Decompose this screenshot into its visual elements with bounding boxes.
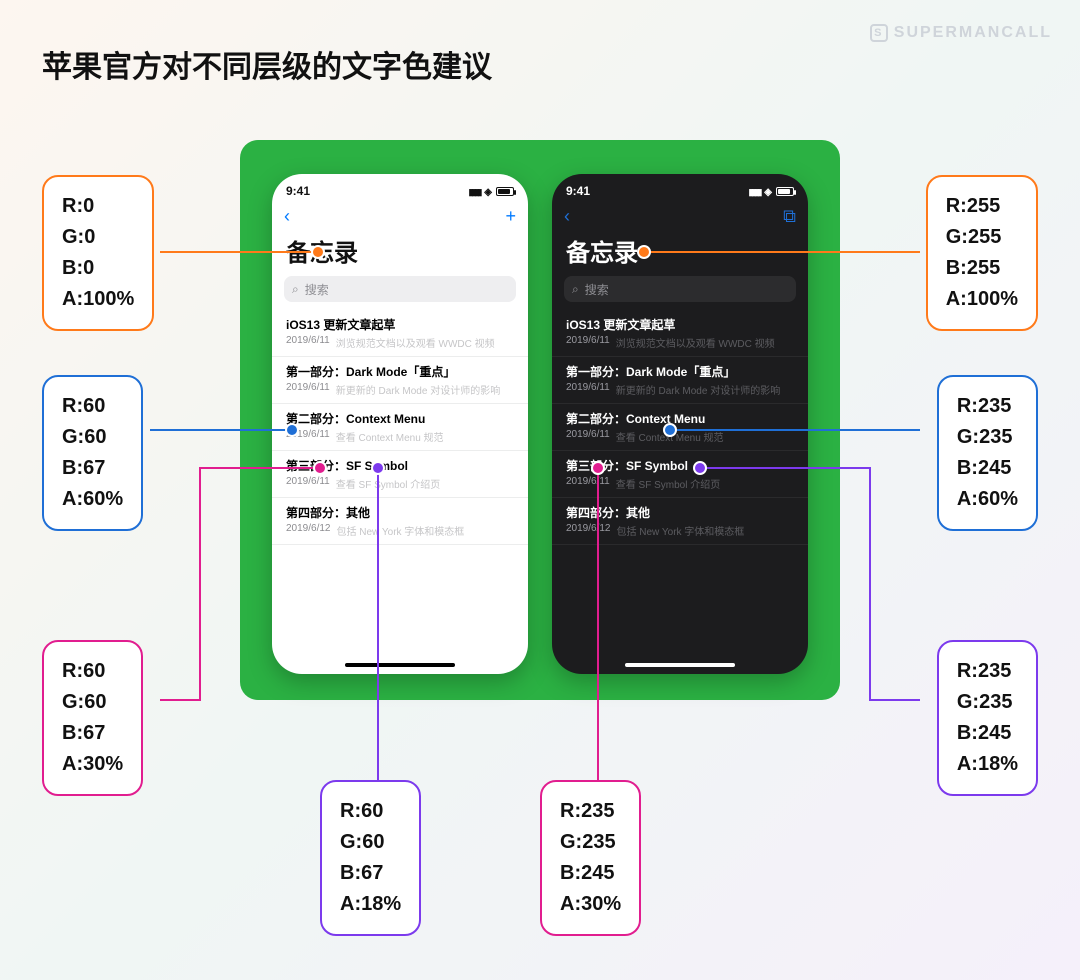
home-indicator xyxy=(625,663,735,667)
page-title: 苹果官方对不同层级的文字色建议 xyxy=(42,42,492,86)
search-input[interactable]: ⌕ 搜索 xyxy=(564,276,796,302)
note-preview: 新更新的 Dark Mode 对设计师的影响 xyxy=(336,382,500,397)
navbar: ‹ + xyxy=(272,202,528,231)
note-date: 2019/6/11 xyxy=(286,335,330,350)
search-icon: ⌕ xyxy=(572,282,579,297)
note-row[interactable]: 第三部分：SF Symbol 2019/6/11 查看 SF Symbol 介绍页 xyxy=(552,451,808,498)
callout-dark-primary: R:255 G:255 B:255 A:100% xyxy=(926,175,1038,331)
green-stage: 9:41 ‹ + 备忘录 ⌕ 搜索 iOS13 更新文章起草 2019/6/11 浏… xyxy=(240,140,840,700)
signal-icon xyxy=(468,184,480,198)
note-row[interactable]: 第一部分：Dark Mode「重点」 2019/6/11 新更新的 Dark Mod… xyxy=(552,357,808,404)
note-row[interactable]: 第二部分：Context Menu 2019/6/11 查看 Context Men… xyxy=(552,404,808,451)
signal-icon xyxy=(748,184,760,198)
status-time: 9:41 xyxy=(286,184,310,198)
new-note-button[interactable]: ⧉ xyxy=(783,206,796,227)
watermark: S SUPERMANCALL xyxy=(870,24,1052,42)
add-button[interactable]: + xyxy=(505,206,516,227)
note-date: 2019/6/12 xyxy=(286,523,331,538)
note-row[interactable]: 第四部分：其他 2019/6/12 包括 New York 字体和模态框 xyxy=(272,498,528,545)
callout-dark-quaternary: R:235 G:235 B:245 A:18% xyxy=(937,640,1038,796)
callout-light-tertiary: R:60 G:60 B:67 A:30% xyxy=(42,640,143,796)
note-title: 第四部分：其他 xyxy=(286,504,514,521)
note-title: 第二部分：Context Menu xyxy=(286,410,514,427)
note-row[interactable]: 第一部分：Dark Mode「重点」 2019/6/11 新更新的 Dark Mod… xyxy=(272,357,528,404)
wifi-icon xyxy=(484,184,492,198)
search-icon: ⌕ xyxy=(292,282,299,297)
note-preview: 查看 Context Menu 规范 xyxy=(336,429,444,444)
back-button[interactable]: ‹ xyxy=(564,206,570,227)
notes-list: iOS13 更新文章起草 2019/6/11 浏览规范文档以及观看 WWDC 视频第… xyxy=(552,310,808,545)
note-title: 第一部分：Dark Mode「重点」 xyxy=(566,363,794,380)
callout-dark-tertiary: R:235 G:235 B:245 A:30% xyxy=(540,780,641,936)
callout-dark-secondary: R:235 G:235 B:245 A:60% xyxy=(937,375,1038,531)
note-row[interactable]: 第四部分：其他 2019/6/12 包括 New York 字体和模态框 xyxy=(552,498,808,545)
statusbar: 9:41 xyxy=(272,174,528,202)
phone-light: 9:41 ‹ + 备忘录 ⌕ 搜索 iOS13 更新文章起草 2019/6/11 浏… xyxy=(272,174,528,674)
note-preview: 查看 SF Symbol 介绍页 xyxy=(616,476,720,491)
wifi-icon xyxy=(764,184,772,198)
phone-dark: 9:41 ‹ ⧉ 备忘录 ⌕ 搜索 iOS13 更新文章起草 2019/6/11 浏… xyxy=(552,174,808,674)
note-title: iOS13 更新文章起草 xyxy=(566,316,794,333)
note-date: 2019/6/11 xyxy=(286,429,330,444)
home-indicator xyxy=(345,663,455,667)
note-date: 2019/6/11 xyxy=(286,382,330,397)
note-preview: 包括 New York 字体和模态框 xyxy=(337,523,465,538)
note-title: 第二部分：Context Menu xyxy=(566,410,794,427)
search-placeholder: 搜索 xyxy=(305,281,329,298)
note-preview: 包括 New York 字体和模态框 xyxy=(617,523,745,538)
brand-logo-icon: S xyxy=(870,24,888,42)
brand-text: SUPERMANCALL xyxy=(894,24,1052,42)
callout-light-secondary: R:60 G:60 B:67 A:60% xyxy=(42,375,143,531)
callout-light-primary: R:0 G:0 B:0 A:100% xyxy=(42,175,154,331)
note-date: 2019/6/12 xyxy=(566,523,611,538)
search-input[interactable]: ⌕ 搜索 xyxy=(284,276,516,302)
note-date: 2019/6/11 xyxy=(566,429,610,444)
note-preview: 新更新的 Dark Mode 对设计师的影响 xyxy=(616,382,780,397)
note-date: 2019/6/11 xyxy=(566,335,610,350)
statusbar: 9:41 xyxy=(552,174,808,202)
note-preview: 浏览规范文档以及观看 WWDC 视频 xyxy=(616,335,775,350)
battery-icon xyxy=(496,187,514,196)
status-time: 9:41 xyxy=(566,184,590,198)
large-title: 备忘录 xyxy=(552,231,808,276)
note-date: 2019/6/11 xyxy=(566,476,610,491)
search-placeholder: 搜索 xyxy=(585,281,609,298)
large-title: 备忘录 xyxy=(272,231,528,276)
note-date: 2019/6/11 xyxy=(566,382,610,397)
note-row[interactable]: iOS13 更新文章起草 2019/6/11 浏览规范文档以及观看 WWDC 视频 xyxy=(552,310,808,357)
navbar: ‹ ⧉ xyxy=(552,202,808,231)
note-row[interactable]: 第三部分：SF Symbol 2019/6/11 查看 SF Symbol 介绍页 xyxy=(272,451,528,498)
note-title: 第四部分：其他 xyxy=(566,504,794,521)
note-date: 2019/6/11 xyxy=(286,476,330,491)
note-preview: 浏览规范文档以及观看 WWDC 视频 xyxy=(336,335,495,350)
note-title: 第一部分：Dark Mode「重点」 xyxy=(286,363,514,380)
back-button[interactable]: ‹ xyxy=(284,206,290,227)
note-preview: 查看 SF Symbol 介绍页 xyxy=(336,476,440,491)
battery-icon xyxy=(776,187,794,196)
note-row[interactable]: 第二部分：Context Menu 2019/6/11 查看 Context Men… xyxy=(272,404,528,451)
note-title: iOS13 更新文章起草 xyxy=(286,316,514,333)
callout-light-quaternary: R:60 G:60 B:67 A:18% xyxy=(320,780,421,936)
note-title: 第三部分：SF Symbol xyxy=(566,457,794,474)
note-row[interactable]: iOS13 更新文章起草 2019/6/11 浏览规范文档以及观看 WWDC 视频 xyxy=(272,310,528,357)
note-title: 第三部分：SF Symbol xyxy=(286,457,514,474)
note-preview: 查看 Context Menu 规范 xyxy=(616,429,724,444)
notes-list: iOS13 更新文章起草 2019/6/11 浏览规范文档以及观看 WWDC 视频第… xyxy=(272,310,528,545)
